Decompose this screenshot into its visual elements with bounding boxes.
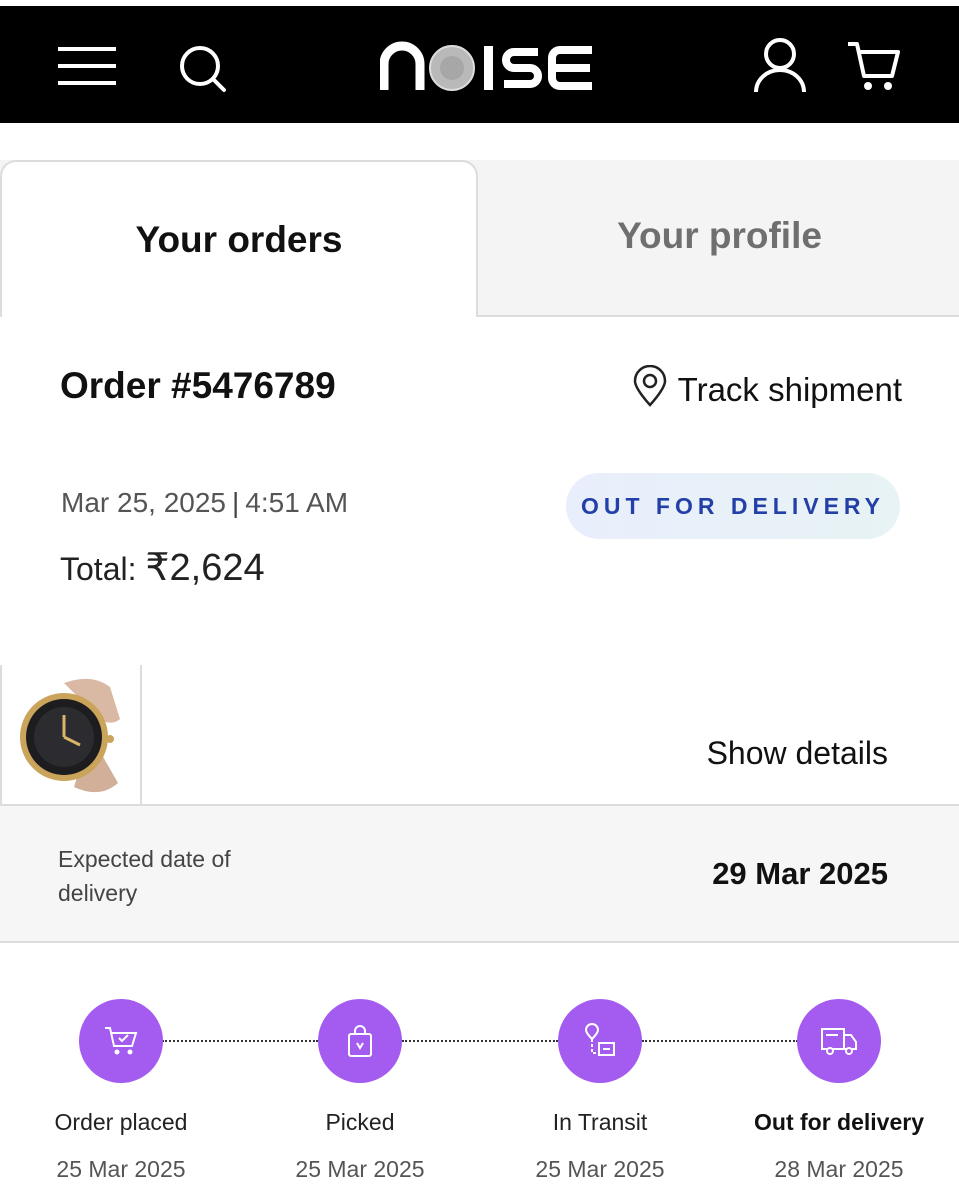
expected-date-value: 29 Mar 2025 [712,856,888,891]
step-label: Out for delivery [754,1109,924,1135]
expected-delivery: Expected date of delivery 29 Mar 2025 [0,806,959,943]
step-date: 28 Mar 2025 [774,1156,904,1182]
timeline-step-picked: Picked 25 Mar 2025 [260,999,460,1183]
total-label: Total: [60,551,137,587]
search-icon[interactable] [178,44,228,94]
step-label: Picked [325,1109,395,1135]
track-shipment-link[interactable]: Track shipment [632,364,902,415]
cart-icon[interactable] [846,38,902,94]
cart-check-icon [79,999,163,1083]
location-pin-icon [632,364,668,415]
order-number: Order #5476789 [60,365,336,406]
delivery-timeline: Order placed 25 Mar 2025 Picked 25 Mar 2… [0,943,959,1200]
show-details-link[interactable]: Show details [707,735,888,772]
order-date: Mar 25, 2025 [61,487,226,518]
tab-label: Your orders [135,218,343,260]
order-datetime: Mar 25, 2025 | 4:51 AM [61,487,348,519]
timeline-step-out-for-delivery: Out for delivery 28 Mar 2025 [739,999,939,1183]
timeline-step-order-placed: Order placed 25 Mar 2025 [21,999,221,1183]
transit-location-icon [558,999,642,1083]
tab-label: Your profile [617,214,822,256]
expected-date-label: Expected date of delivery [58,846,231,906]
track-shipment-label: Track shipment [677,371,902,408]
tab-your-orders[interactable]: Your orders [0,160,478,317]
step-label: Order placed [54,1109,188,1135]
step-label: In Transit [552,1109,648,1135]
delivery-truck-icon [797,999,881,1083]
step-date: 25 Mar 2025 [295,1156,425,1182]
timeline-step-in-transit: In Transit 25 Mar 2025 [500,999,700,1183]
order-total: Total: ₹2,624 [60,545,265,590]
product-row: Show details [0,665,959,806]
step-date: 25 Mar 2025 [535,1156,665,1182]
order-summary: Order #5476789 Track shipment Mar 25, 20… [0,317,959,667]
hamburger-icon[interactable] [58,43,118,89]
order-time: 4:51 AM [245,487,349,518]
total-value: ₹2,624 [145,547,265,589]
account-tabs: Your orders Your profile [0,160,959,317]
brand-logo[interactable] [379,38,596,94]
shopping-bag-icon [318,999,402,1083]
top-header [0,6,959,123]
step-date: 25 Mar 2025 [56,1156,186,1182]
status-badge: OUT FOR DELIVERY [566,473,900,539]
datetime-separator: | [232,487,240,518]
product-thumbnail[interactable] [0,665,142,804]
user-icon[interactable] [752,36,808,96]
tab-your-profile[interactable]: Your profile [480,158,959,313]
